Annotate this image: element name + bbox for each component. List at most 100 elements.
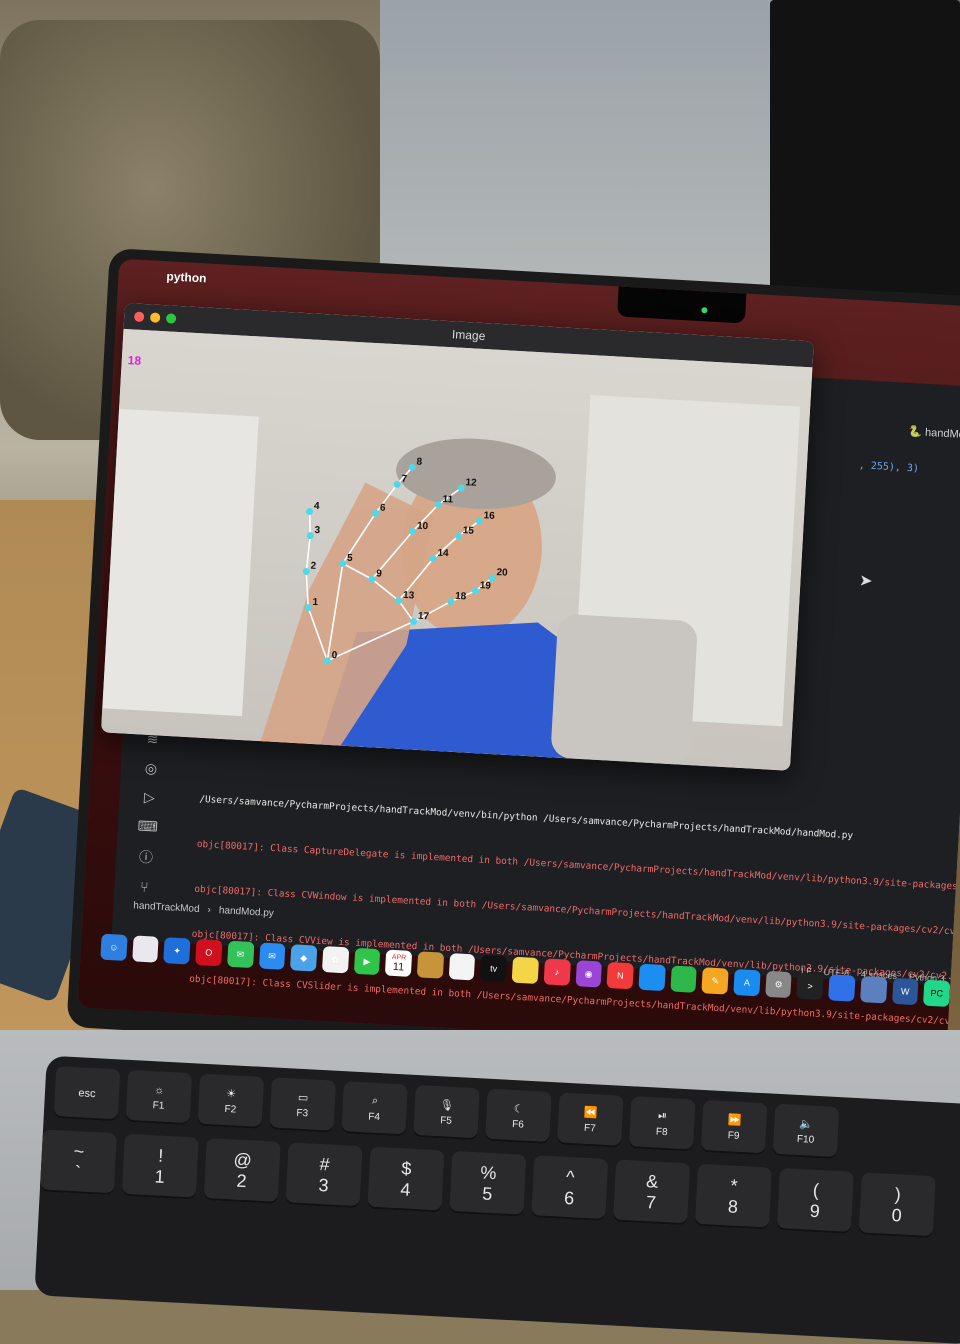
key-f5[interactable]: 🎙 F5	[413, 1084, 480, 1141]
key-backtick[interactable]: ~ `	[39, 1129, 117, 1196]
laptop: python 🐍 handMod , 255), 3) ➤ ≋ ◎ ▷ ⌨ ⓘ …	[66, 248, 960, 1076]
numbers-icon[interactable]	[670, 965, 698, 993]
door	[102, 408, 259, 717]
news-icon[interactable]: N	[606, 961, 634, 990]
landmark-point	[306, 508, 314, 516]
terminal-icon[interactable]: ⌨	[137, 817, 158, 835]
code-fragment: , 255), 3)	[858, 460, 920, 475]
key-6[interactable]: ^ 6	[531, 1155, 609, 1222]
git-icon[interactable]: ⑂	[140, 879, 149, 895]
problems-icon[interactable]: ⓘ	[139, 847, 154, 868]
app-store-icon[interactable]: A	[733, 969, 761, 997]
landmark-label: 7	[401, 474, 408, 485]
minimize-icon[interactable]	[149, 312, 161, 323]
key-8[interactable]: * 8	[694, 1163, 773, 1230]
notes-icon[interactable]	[511, 956, 539, 985]
landmark-point	[306, 532, 314, 540]
keynote-icon[interactable]	[638, 963, 666, 992]
laptop-screen: python 🐍 handMod , 255), 3) ➤ ≋ ◎ ▷ ⌨ ⓘ …	[77, 258, 960, 1056]
key-f4[interactable]: ⌕ F4	[341, 1081, 408, 1137]
editor-tab[interactable]: 🐍 handMod	[908, 425, 960, 441]
landmark-label: 20	[496, 567, 508, 579]
landmark-label: 5	[347, 553, 354, 564]
calendar-icon[interactable]: APR 11	[385, 949, 413, 977]
hand-landmarks-overlay: 01234567891011121314151617181920	[102, 395, 801, 765]
photos-icon[interactable]: ✿	[321, 945, 349, 974]
finder-icon[interactable]: ☺	[100, 933, 128, 962]
pages-icon[interactable]: ✎	[701, 967, 729, 995]
landmark-connection	[308, 511, 312, 536]
zoom-icon[interactable]	[165, 313, 177, 324]
landmark-label: 16	[483, 510, 495, 522]
key-5[interactable]: % 5	[449, 1150, 527, 1217]
landmark-label: 18	[455, 591, 467, 603]
key-f2[interactable]: ☀ F2	[197, 1073, 265, 1129]
key-f1[interactable]: ☼ F1	[125, 1069, 193, 1126]
landmark-label: 12	[465, 477, 477, 489]
system-settings-icon[interactable]: ⚙	[764, 970, 793, 999]
pycharm-icon[interactable]: PC	[923, 979, 951, 1008]
landmark-label: 3	[314, 525, 321, 536]
word-icon[interactable]: W	[891, 977, 919, 1006]
apple-tv-icon[interactable]: tv	[480, 954, 508, 983]
landmark-label: 8	[416, 456, 423, 467]
app-menu-name[interactable]: python	[166, 269, 207, 285]
safari-icon[interactable]: ✦	[163, 937, 191, 965]
landmark-label: 14	[437, 548, 449, 560]
tool-window-bar: ≋ ◎ ▷ ⌨ ⓘ ⑂	[124, 730, 173, 896]
music-icon[interactable]: ♪	[543, 958, 571, 986]
landmark-label: 15	[462, 525, 474, 537]
chevron-right-icon: ›	[207, 904, 212, 916]
preview-icon[interactable]	[859, 976, 888, 1004]
landmark-label: 17	[418, 611, 430, 623]
landmark-label: 13	[403, 590, 415, 602]
xcode-icon[interactable]	[828, 974, 856, 1002]
laptop-keyboard-deck: esc ☼ F1 ☀ F2 ▭ F3 ⌕ F4 🎙 F5 ☾ F6 ⏪ F7 ⏯ F8 ⏩ F9 …	[0, 1030, 960, 1344]
podcasts-icon[interactable]: ◉	[575, 960, 603, 988]
landmark-label: 11	[442, 494, 454, 506]
facetime-icon[interactable]: ▶	[353, 947, 381, 976]
landmark-label: 10	[417, 521, 429, 533]
traffic-lights	[133, 311, 177, 324]
key-f9[interactable]: ⏩ F9	[700, 1099, 768, 1156]
landmark-label: 1	[312, 597, 319, 608]
run-console[interactable]: /Users/samvance/PycharmProjects/handTrac…	[185, 762, 960, 1056]
key-esc[interactable]: esc	[53, 1066, 121, 1122]
key-7[interactable]: & 7	[613, 1159, 691, 1226]
window-title: Image	[451, 327, 486, 344]
mail-icon[interactable]: ✉	[258, 942, 286, 970]
messages-icon[interactable]: ✉	[226, 940, 254, 969]
key-2[interactable]: @2	[203, 1138, 281, 1204]
key-0[interactable]: ) 0	[858, 1172, 936, 1239]
landmark-label: 4	[314, 501, 321, 512]
wall	[380, 0, 820, 300]
reminders-icon[interactable]	[448, 953, 476, 981]
launchpad-icon[interactable]	[131, 935, 160, 963]
key-9[interactable]: (9	[776, 1168, 854, 1234]
key-4[interactable]: $4	[367, 1146, 445, 1213]
key-f7[interactable]: ⏪ F7	[556, 1092, 624, 1148]
opera-icon[interactable]: O	[195, 938, 223, 967]
key-3[interactable]: #3	[285, 1142, 363, 1209]
landmark-label: 9	[376, 568, 383, 579]
landmark-label: 0	[331, 650, 338, 661]
key-f3[interactable]: ▭ F3	[269, 1077, 337, 1133]
webcam-frame: 18 0 1 2 3 4 5 6 7 8 9 10 11 12 13 14 15 16 17 18 19 20	[100, 328, 813, 771]
landmark-label: 19	[479, 580, 491, 592]
services-icon[interactable]: ◎	[144, 760, 157, 778]
breadcrumb-project[interactable]: handTrackMod	[133, 900, 200, 915]
close-icon[interactable]	[133, 311, 145, 323]
landmark-label: 6	[380, 502, 387, 513]
opencv-image-window[interactable]: Image 18 0 1 2 3 4 5 6 7 8 9 10 11 12 13 14 15 16 17 18 19 2…	[100, 302, 814, 771]
contacts-icon[interactable]	[416, 951, 444, 979]
run-icon[interactable]: ▷	[144, 789, 156, 807]
maps-icon[interactable]: ◆	[290, 944, 318, 972]
phone	[551, 614, 697, 765]
key-1[interactable]: ! 1	[121, 1133, 199, 1200]
key-f8[interactable]: ⏯ F8	[628, 1096, 696, 1152]
keyboard: esc ☼ F1 ☀ F2 ▭ F3 ⌕ F4 🎙 F5 ☾ F6 ⏪ F7 ⏯ F8 ⏩ F9 …	[34, 1055, 960, 1344]
tv	[770, 0, 960, 300]
terminal-app-icon[interactable]: >	[796, 972, 824, 1000]
key-f6[interactable]: ☾ F6	[485, 1088, 552, 1144]
key-f10[interactable]: 🔈 F10	[772, 1103, 840, 1160]
